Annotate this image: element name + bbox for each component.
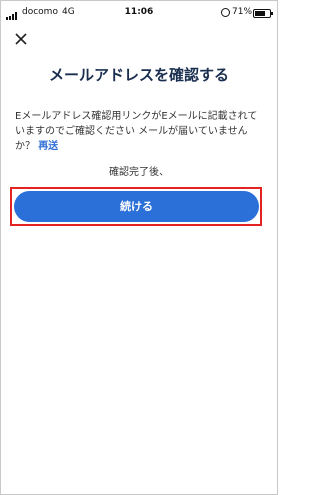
battery-icon bbox=[253, 9, 273, 18]
instruction-message: Eメールアドレス確認用リンクがEメールに記載されていますのでご確認ください メー… bbox=[15, 109, 265, 154]
resend-link[interactable]: 再送 bbox=[38, 141, 58, 152]
close-button[interactable] bbox=[12, 30, 30, 48]
after-confirm-text: 確認完了後、 bbox=[109, 167, 169, 178]
battery-percentage: 71% bbox=[232, 7, 253, 17]
page-title: メールアドレスを確認する bbox=[48, 66, 229, 84]
status-bar: docomo 4G 11:06 71% bbox=[0, 6, 278, 24]
continue-button[interactable]: 続ける bbox=[14, 191, 259, 222]
orientation-lock-icon bbox=[221, 8, 230, 17]
close-icon bbox=[15, 33, 27, 45]
